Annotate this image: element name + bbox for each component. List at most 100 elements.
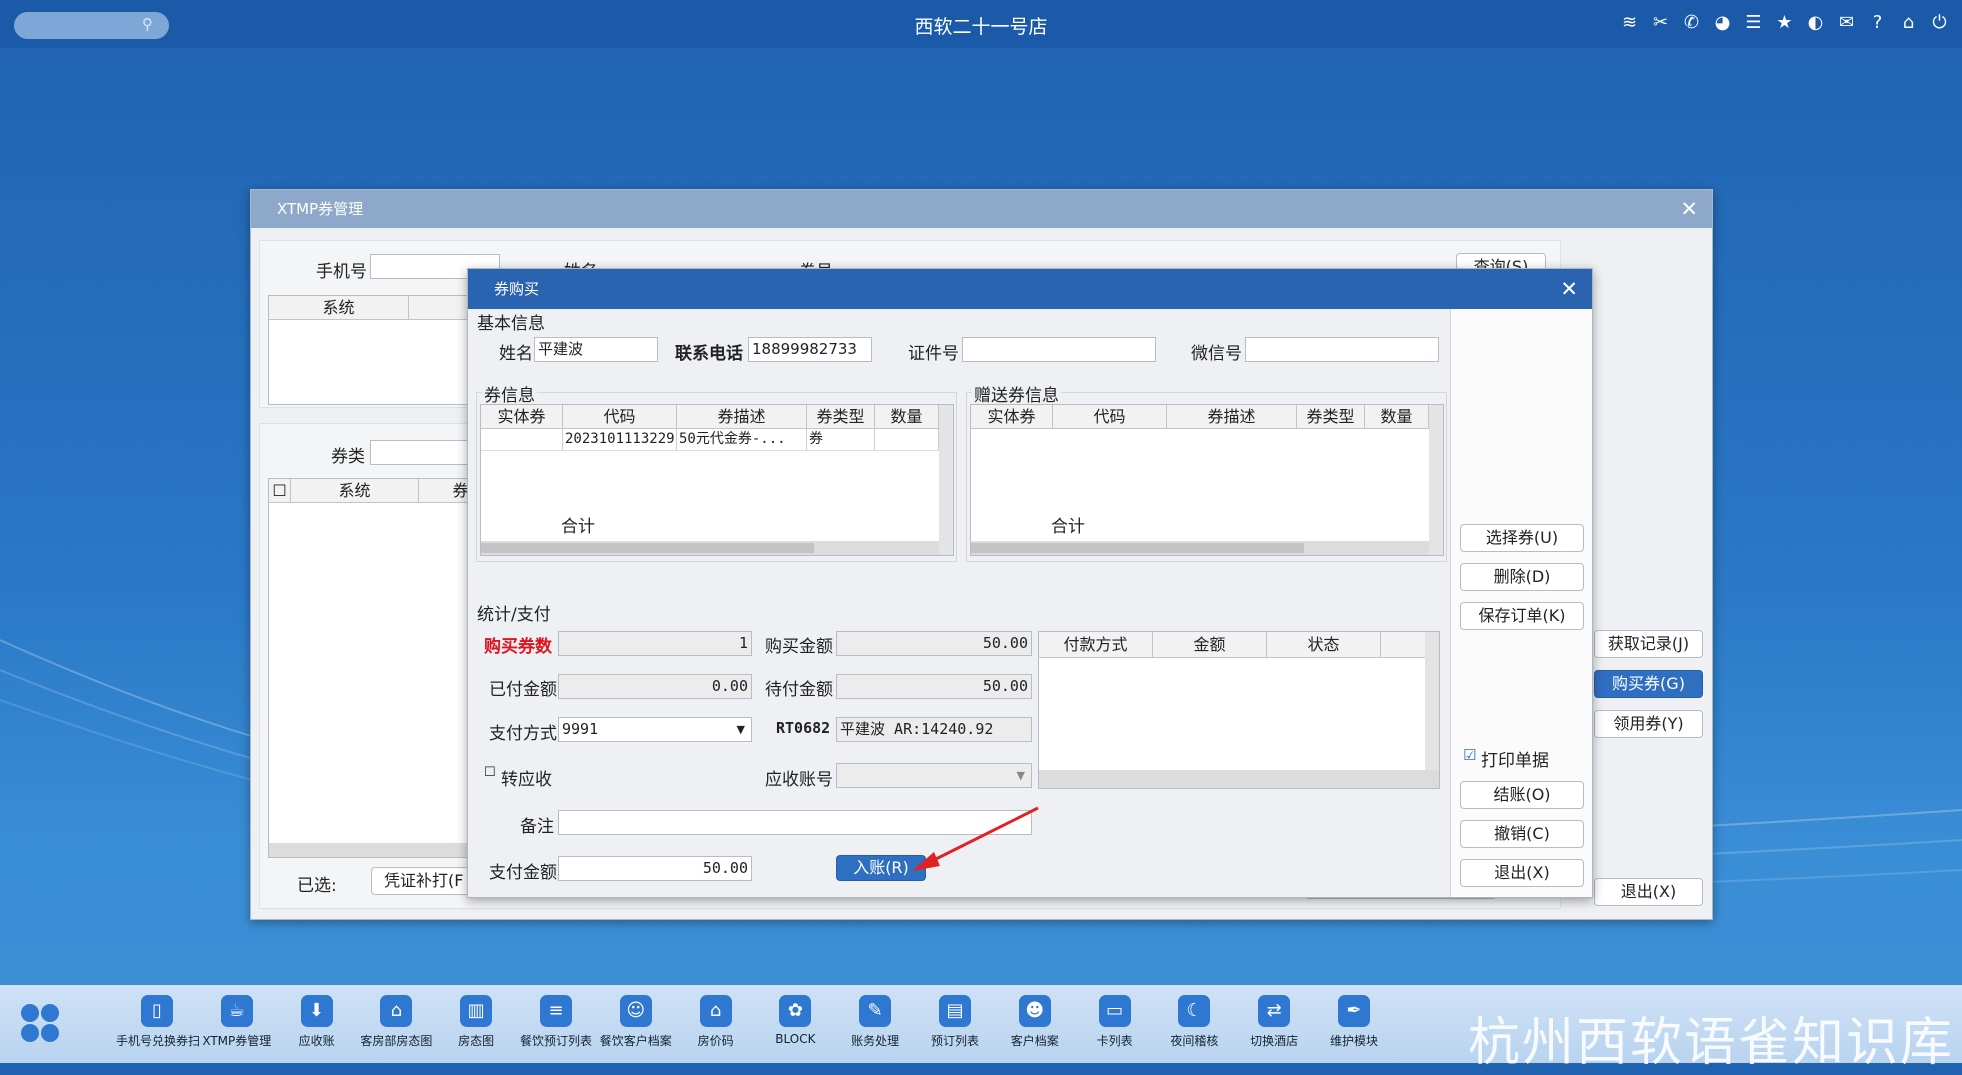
id-label: 证件号 (908, 344, 959, 364)
buy-count-field: 1 (558, 631, 752, 656)
taskbar-item[interactable]: ☺ 餐饮客户档案 (595, 987, 677, 1049)
taskbar-item[interactable]: ⇄ 切换酒店 (1233, 987, 1315, 1049)
taskbar-item[interactable]: ✒ 维护模块 (1313, 987, 1395, 1049)
vertical-scrollbar[interactable] (1425, 632, 1439, 770)
id-input[interactable] (962, 337, 1156, 362)
taskbar-item-icon: ⌂ (380, 995, 413, 1027)
grid-header[interactable]: 状态 (1267, 632, 1381, 657)
taskbar-item-icon: ☾ (1178, 995, 1211, 1027)
tools-icon[interactable]: ✂ (1650, 11, 1671, 35)
buy-amount-label: 购买金额 (765, 637, 833, 657)
account-code: RT0682 (776, 719, 831, 737)
checkout-button[interactable]: 结账(O) (1460, 781, 1584, 809)
phone-icon[interactable]: ✆ (1681, 11, 1702, 35)
taskbar-item[interactable]: ☻ 客户档案 (994, 987, 1076, 1049)
taskbar-item[interactable]: ▭ 卡列表 (1074, 987, 1156, 1049)
wifi-icon[interactable]: ≋ (1619, 11, 1640, 35)
chevron-down-icon[interactable]: ▼ (737, 718, 745, 741)
grid-header[interactable]: 数量 (875, 405, 939, 428)
print-receipt-checkbox[interactable]: ☑ (1463, 746, 1476, 764)
taskbar-item[interactable]: ⌂ 客房部房态图 (355, 987, 437, 1049)
buy-count-label: 购买券数 (484, 637, 552, 657)
pay-method-value: 9991 (562, 720, 599, 738)
close-icon[interactable]: ✕ (1560, 269, 1578, 309)
pay-method-label: 支付方式 (489, 724, 557, 744)
taskbar-item[interactable]: ⌂ 房价码 (675, 987, 757, 1049)
save-order-button[interactable]: 保存订单(K) (1460, 602, 1584, 630)
taskbar-item[interactable]: ✎ 账务处理 (834, 987, 916, 1049)
grid-header[interactable]: 金额 (1153, 632, 1267, 657)
reprint-button[interactable]: 凭证补打(F (371, 867, 471, 895)
grid-header[interactable]: 数量 (1365, 405, 1429, 428)
horizontal-scrollbar[interactable] (481, 541, 939, 555)
wechat-input[interactable] (1245, 337, 1439, 362)
taskbar-item-label: XTMP券管理 (202, 1034, 272, 1048)
mail-icon[interactable]: ✉ (1836, 11, 1857, 35)
phone-label: 手机号 (316, 262, 367, 282)
annotation-arrow (912, 806, 1039, 871)
buy-coupon-button[interactable]: 购买券(G) (1594, 670, 1703, 698)
horizontal-scrollbar[interactable] (971, 541, 1429, 555)
select-coupon-button[interactable]: 选择券(U) (1460, 524, 1584, 552)
home-icon[interactable]: ⌂ (1898, 11, 1919, 35)
star-icon[interactable]: ★ (1774, 11, 1795, 35)
grid-header[interactable]: 券描述 (1167, 405, 1297, 428)
cancel-button[interactable]: 撤销(C) (1460, 820, 1584, 848)
taskbar-item[interactable]: ≡ 餐饮预订列表 (515, 987, 597, 1049)
paid-field: 0.00 (558, 674, 752, 699)
delete-button[interactable]: 删除(D) (1460, 563, 1584, 591)
taskbar-item-label: 维护模块 (1329, 1034, 1378, 1048)
taskbar-item[interactable]: ☾ 夜间稽核 (1153, 987, 1235, 1049)
taskbar-item-icon: ▤ (939, 995, 971, 1027)
print-receipt-label: 打印单据 (1481, 751, 1549, 771)
select-all-checkbox[interactable]: ☐ (269, 479, 291, 502)
grid-header[interactable]: 代码 (1053, 405, 1167, 428)
name-label: 姓名 (499, 344, 533, 364)
coupon-info-title: 券信息 (482, 381, 537, 406)
taskbar-item[interactable]: ▯ 手机号兑换券扫 (116, 987, 200, 1049)
contact-label: 联系电话 (675, 344, 743, 364)
watermark: 杭州西软语雀知识库 (1467, 1013, 1954, 1073)
taskbar-item[interactable]: ▤ 预订列表 (914, 987, 996, 1049)
power-icon[interactable]: ⏻ (1929, 11, 1950, 35)
taskbar-item[interactable]: ▥ 房态图 (435, 987, 517, 1049)
grid-header[interactable]: 付款方式 (1039, 632, 1153, 657)
taskbar-item-icon: ≡ (540, 995, 572, 1027)
grid-header[interactable]: 系统 (269, 296, 409, 319)
taskbar-item[interactable]: ☕ XTMP券管理 (196, 987, 278, 1049)
grid-header[interactable]: 实体券 (971, 405, 1053, 428)
moon-icon[interactable]: ◐ (1805, 11, 1826, 35)
close-icon[interactable]: ✕ (1680, 190, 1698, 228)
taskbar-item[interactable]: ⬇ 应收账 (276, 987, 358, 1049)
menu-icon[interactable]: ☰ (1743, 11, 1764, 35)
taskbar-item[interactable]: ✿ BLOCK (754, 987, 836, 1046)
taskbar-item-label: 卡列表 (1096, 1034, 1133, 1048)
receivable-acct-select[interactable]: ▼ (836, 763, 1032, 788)
chevron-down-icon[interactable]: ▼ (1017, 764, 1025, 787)
grid-header[interactable]: 券描述 (677, 405, 807, 428)
claim-coupon-button[interactable]: 领用券(Y) (1594, 710, 1703, 738)
table-row[interactable]: 2023101113229 50元代金券-... 券 (481, 429, 939, 451)
pay-method-select[interactable]: 9991 ▼ (558, 717, 752, 742)
vertical-scrollbar[interactable] (1429, 405, 1443, 555)
grid-header[interactable]: 系统 (291, 479, 419, 502)
taskbar-item-icon: ▥ (460, 995, 493, 1027)
grid-header[interactable]: 券类型 (1297, 405, 1365, 428)
vertical-scrollbar[interactable] (939, 405, 953, 555)
help-icon[interactable]: ? (1867, 11, 1888, 35)
palette-icon[interactable]: ◕ (1712, 11, 1733, 35)
grid-header[interactable]: 券类型 (807, 405, 875, 428)
fetch-records-button[interactable]: 获取记录(J) (1594, 630, 1703, 658)
exit-button[interactable]: 退出(X) (1594, 878, 1703, 906)
grid-header[interactable]: 实体券 (481, 405, 563, 428)
start-menu-icon[interactable] (20, 1003, 60, 1043)
selected-label: 已选: (297, 876, 337, 896)
pay-amount-input[interactable]: 50.00 (558, 856, 752, 881)
horizontal-scrollbar[interactable] (1039, 770, 1439, 788)
name-input[interactable]: 平建波 (534, 337, 658, 362)
contact-input[interactable]: 18899982733 (748, 337, 872, 362)
exit-button[interactable]: 退出(X) (1460, 859, 1584, 887)
to-receivable-checkbox[interactable]: ☐ (484, 765, 496, 780)
account-ar: AR:14240.92 (894, 720, 994, 738)
grid-header[interactable]: 代码 (563, 405, 677, 428)
